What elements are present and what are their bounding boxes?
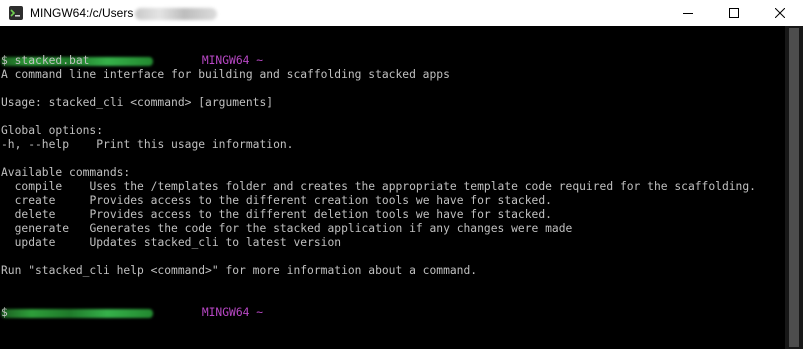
mingw-terminal-icon — [8, 5, 24, 21]
command-description: Uses the /templates folder and creates t… — [89, 180, 756, 193]
maximize-button[interactable] — [711, 0, 757, 26]
command-name: delete — [14, 208, 56, 221]
option-row: -h, --help Print this usage information. — [1, 138, 293, 152]
close-icon — [775, 8, 785, 18]
close-button[interactable] — [757, 0, 803, 26]
usage-line: Usage: stacked_cli <command> [arguments] — [1, 96, 274, 109]
title-bar[interactable]: MINGW64:/c/Users — [0, 0, 803, 26]
command-row-create: create Provides access to the different … — [1, 194, 552, 208]
command-description: Provides access to the different deletio… — [89, 208, 552, 221]
minimize-icon — [683, 13, 693, 14]
prompt-symbol: $ — [1, 54, 8, 67]
command-line: $ stacked.bat — [1, 54, 89, 68]
description-line: A command line interface for building an… — [1, 68, 450, 81]
redacted-username — [135, 7, 218, 20]
commands-header: Available commands: — [1, 166, 131, 179]
option-flag: -h, --help — [1, 138, 70, 151]
command-name: compile — [14, 180, 63, 193]
command-description: Provides access to the different creatio… — [89, 194, 552, 207]
terminal-output[interactable]: MINGW64 ~ $ stacked.bat A command line i… — [1, 26, 785, 349]
prompt-line: MINGW64 ~ — [1, 40, 263, 67]
redacted-user-host — [1, 309, 153, 318]
command-name: update — [14, 236, 56, 249]
window-title: MINGW64:/c/Users — [30, 5, 218, 21]
command-description: Updates stacked_cli to latest version — [89, 236, 342, 249]
command-description: Generates the code for the stacked appli… — [89, 222, 573, 235]
maximize-icon — [729, 8, 739, 18]
footer-line: Run "stacked_cli help <command>" for mor… — [1, 264, 478, 277]
command-name: generate — [14, 222, 70, 235]
terminal-window: MINGW64:/c/Users MINGW64 ~ $ stacked.bat… — [0, 0, 803, 349]
option-description: Print this usage information. — [96, 138, 294, 151]
prompt-dir: ~ — [256, 54, 264, 67]
minimize-button[interactable] — [665, 0, 711, 26]
command-row-update: update Updates stacked_cli to latest ver… — [1, 236, 341, 250]
vertical-scrollbar[interactable] — [785, 26, 803, 349]
command-text: stacked.bat — [14, 54, 90, 67]
prompt-host: MINGW64 — [201, 306, 250, 319]
command-name: create — [14, 194, 56, 207]
command-row-generate: generate Generates the code for the stac… — [1, 222, 573, 236]
scrollbar-thumb[interactable] — [789, 28, 799, 347]
prompt-host: MINGW64 — [201, 54, 250, 67]
prompt-symbol: $ — [1, 306, 8, 319]
global-options-header: Global options: — [1, 124, 104, 137]
command-row-delete: delete Provides access to the different … — [1, 208, 552, 222]
input-line[interactable]: $ — [1, 306, 8, 320]
command-row-compile: compile Uses the /templates folder and c… — [1, 180, 756, 194]
prompt-line: MINGW64 ~ — [1, 292, 263, 319]
prompt-dir: ~ — [256, 306, 264, 319]
